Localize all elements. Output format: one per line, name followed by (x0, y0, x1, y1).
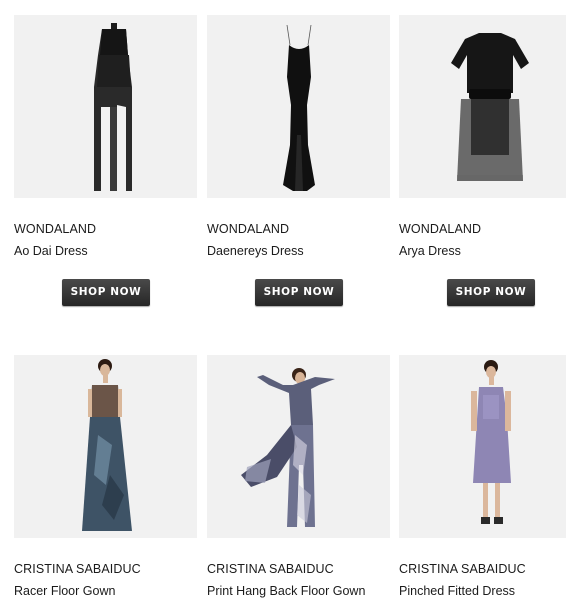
product-brand: WONDALAND (207, 222, 290, 236)
product-image[interactable] (207, 355, 390, 538)
product-name[interactable]: Ao Dai Dress (14, 244, 88, 258)
black-slip-gown-image (283, 24, 315, 191)
product-brand: WONDALAND (399, 222, 482, 236)
product-name[interactable]: Racer Floor Gown (14, 584, 115, 598)
product-brand: CRISTINA SABAIDUC (399, 562, 526, 576)
model-racer-floor-gown-image (82, 359, 132, 531)
black-ao-dai-dress-image (94, 23, 132, 191)
product-name[interactable]: Daenereys Dress (207, 244, 304, 258)
black-sheer-overlay-dress-image (451, 33, 529, 181)
product-brand: CRISTINA SABAIDUC (14, 562, 141, 576)
product-image[interactable] (207, 15, 390, 198)
product-brand: WONDALAND (14, 222, 97, 236)
product-name[interactable]: Print Hang Back Floor Gown (207, 584, 365, 598)
product-image[interactable] (399, 355, 566, 538)
product-image[interactable] (399, 15, 566, 198)
product-image[interactable] (14, 355, 197, 538)
shop-now-button[interactable]: SHOP NOW (62, 279, 150, 306)
product-brand: CRISTINA SABAIDUC (207, 562, 334, 576)
model-printed-floor-gown-image (241, 368, 335, 527)
product-image[interactable] (14, 15, 197, 198)
product-name[interactable]: Pinched Fitted Dress (399, 584, 515, 598)
shop-now-button[interactable]: SHOP NOW (255, 279, 343, 306)
product-name[interactable]: Arya Dress (399, 244, 461, 258)
model-lavender-fitted-dress-image (471, 360, 511, 524)
shop-now-button[interactable]: SHOP NOW (447, 279, 535, 306)
